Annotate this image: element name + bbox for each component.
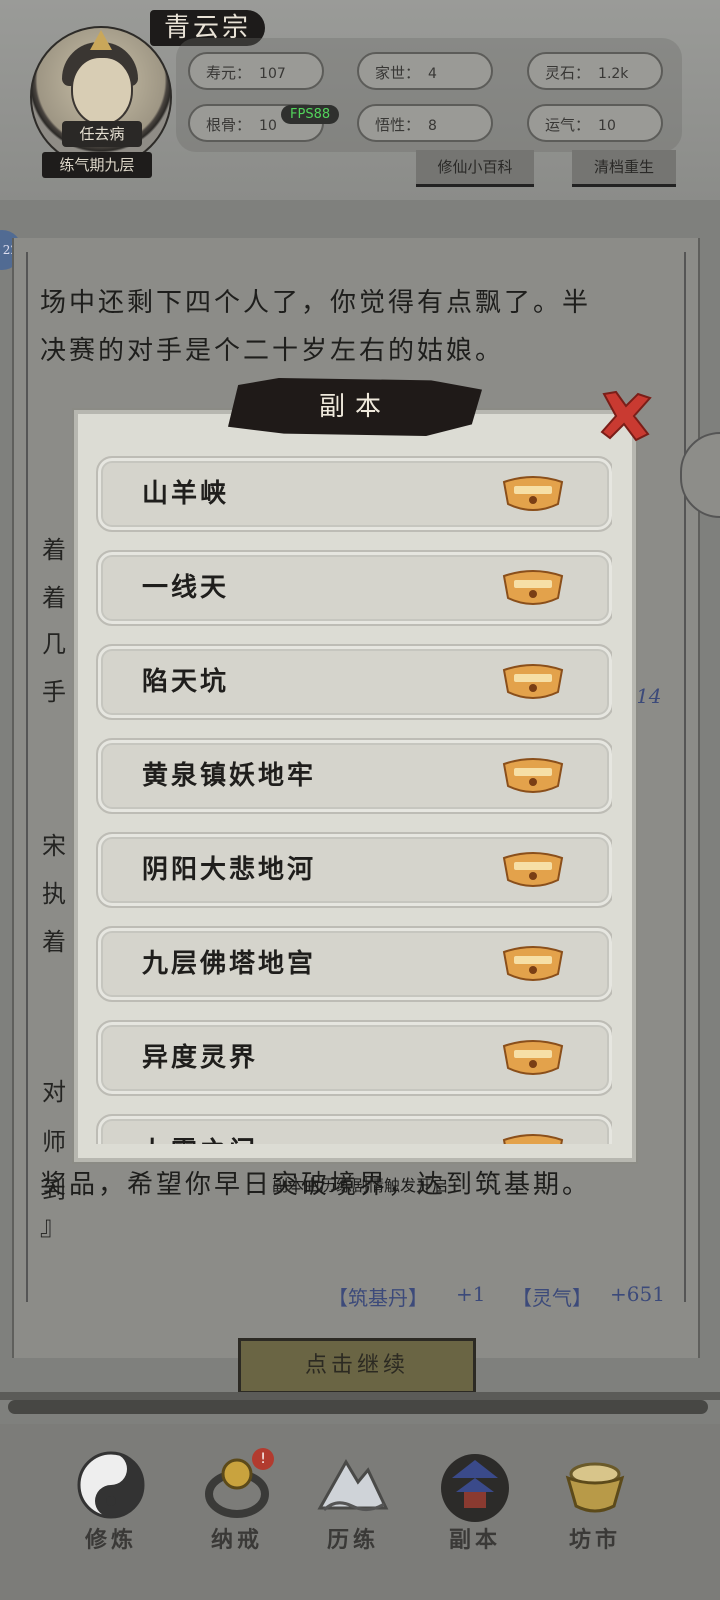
story-fragment: 着 [42,928,66,956]
dungeon-list[interactable]: 山羊峡 一线天 陷天坑 黄泉镇妖地牢 阴阳大悲地河 九层佛塔地宫 异度灵界 九霄… [96,454,612,1144]
lock-icon [502,852,564,887]
dungeon-item[interactable]: 异度灵界 [96,1020,612,1096]
dungeon-item[interactable]: 黄泉镇妖地牢 [96,738,612,814]
nav-label: 副本 [448,1527,501,1553]
dungeon-item[interactable]: 山羊峡 [96,456,612,532]
nav-label: 历练 [326,1527,379,1553]
notification-badge: ! [252,1448,274,1470]
story-fragment: 着 [42,536,66,564]
story-fragment: 对 [42,1078,66,1106]
close-icon[interactable] [596,388,656,444]
mountain-icon [317,1459,389,1512]
nav-label: 纳戒 [210,1527,263,1553]
nav-cultivate[interactable]: 修炼 [56,1448,166,1572]
lock-icon [502,570,564,605]
dungeon-item[interactable]: 九霄之门 [96,1114,612,1144]
rebirth-link[interactable]: 清档重生 [572,150,676,187]
story-line-2: 决赛的对手是个二十岁左右的姑娘。 [40,336,505,366]
cultivation-realm: 练气期九层 [42,152,152,178]
continue-button[interactable]: 点击继续 [238,1338,476,1394]
story-fragment: 执 [42,880,66,908]
story-close-quote: 』 [40,1212,70,1242]
story-fragment: 师 [42,1128,66,1156]
dungeon-item[interactable]: 阴阳大悲地河 [96,832,612,908]
taiji-icon [77,1451,145,1519]
lock-icon [502,758,564,793]
dungeon-name: 一线天 [142,573,230,603]
nav-adventure[interactable]: 历练 [298,1448,408,1572]
scroll-rod [8,1400,708,1414]
stat-spirit-stone: 灵石： 1.2k [527,52,663,90]
dungeon-name: 黄泉镇妖地牢 [142,761,317,791]
nav-dungeon[interactable]: 副本 [420,1448,530,1572]
nav-label: 坊市 [568,1527,621,1553]
dungeon-item[interactable]: 陷天坑 [96,644,612,720]
fps-counter: FPS88 [281,105,340,124]
modal-title: 副本 [228,378,482,436]
stat-luck: 运气： 10 [527,104,663,142]
nav-market[interactable]: 坊市 [540,1448,650,1572]
story-fragment: 几 [42,630,66,658]
guide-link[interactable]: 修仙小百科 [416,150,534,187]
modal-footnote: 副本由历练剧情触发开启 [271,1176,448,1195]
avatar-crown [90,30,112,50]
treasure-bowl-icon [565,1462,625,1513]
nav-storage-ring[interactable]: ! 纳戒 [182,1448,292,1572]
character-name: 任去病 [62,121,142,147]
stat-comprehension: 悟性： 8 [357,104,493,142]
story-fragment: 手 [42,678,66,706]
dungeon-name: 九霄之门 [142,1116,258,1144]
dungeon-name: 九层佛塔地宫 [142,949,317,979]
story-fragment: 宋 [42,832,66,860]
header: 青云宗 任去病 练气期九层 寿元： 107 家世： 4 灵石： 1.2k 根骨： 10 … [0,0,720,200]
story-line-1: 场中还剩下四个人了，你觉得有点飘了。半 [40,288,592,318]
story-fragment: 着 [42,584,66,612]
scroll-rail [0,1392,720,1400]
lock-icon [502,476,564,511]
reward-item-value: +1 [456,1282,486,1306]
nav-label: 修炼 [84,1527,137,1553]
avatar-face [71,56,133,126]
lock-icon [502,946,564,981]
lock-icon [502,1040,564,1075]
dungeon-name: 山羊峡 [142,479,230,509]
dungeon-name: 异度灵界 [142,1043,259,1073]
dungeon-item[interactable]: 九层佛塔地宫 [96,926,612,1002]
lock-icon [502,664,564,699]
dungeon-item[interactable]: 一线天 [96,550,612,626]
reward-item-name: 【灵气】 [512,1286,592,1310]
reward-item-name: 【筑基丹】 [328,1286,428,1310]
dungeon-name: 陷天坑 [142,667,230,697]
reward-item-value: +651 [610,1282,665,1306]
bottom-nav: 修炼 ! 纳戒 历练 副本 坊市 [0,1424,720,1600]
story-number: 14 [636,684,662,708]
stat-lifespan: 寿元： 107 [188,52,324,90]
lock-icon [502,1134,564,1144]
dungeon-name: 阴阳大悲地河 [142,855,317,885]
pagoda-icon [441,1454,509,1522]
stat-family: 家世： 4 [357,52,493,90]
